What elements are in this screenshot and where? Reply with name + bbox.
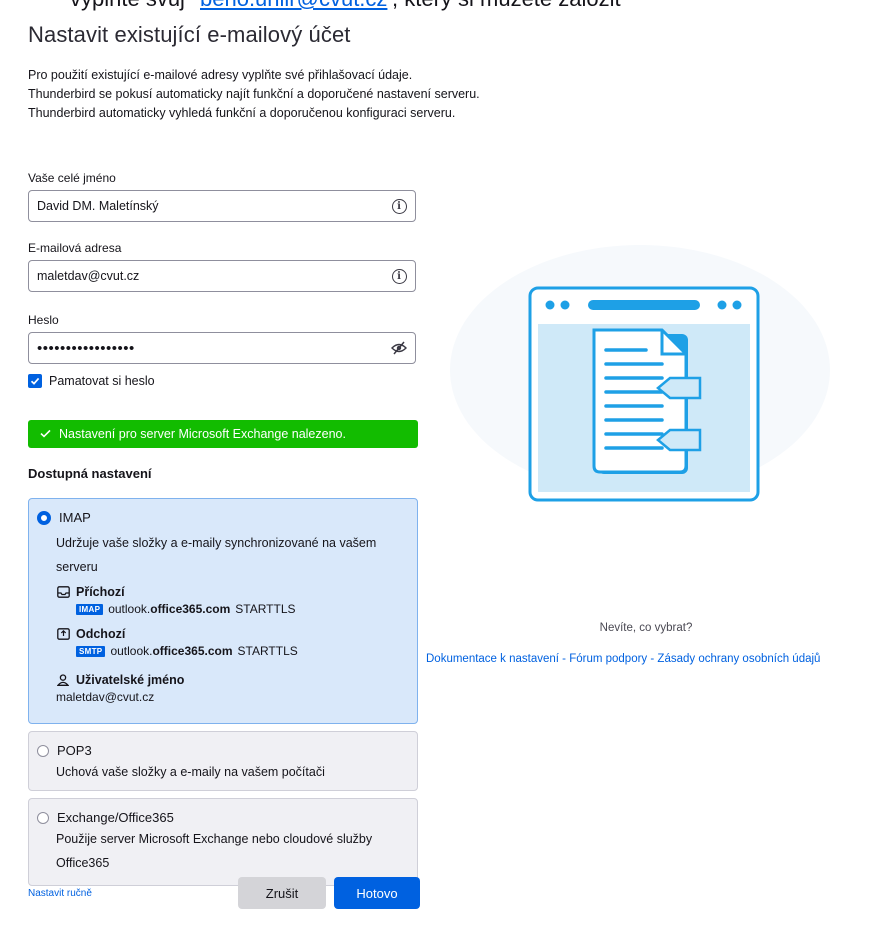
outgoing-host-domain: office365.com (152, 644, 233, 658)
help-question: Nevíte, co vybrat? (599, 622, 693, 634)
success-message: Nastavení pro server Microsoft Exchange … (59, 427, 346, 441)
success-notification: Nastavení pro server Microsoft Exchange … (28, 420, 418, 448)
name-label: Vaše celé jméno (28, 171, 116, 185)
password-label: Heslo (28, 313, 59, 327)
exchange-description: Použije server Microsoft Exchange nebo c… (56, 832, 373, 870)
window-dot (717, 300, 727, 310)
incoming-label: Příchozí (76, 585, 125, 599)
username-info: Uživatelské jméno maletdav@cvut.cz (56, 673, 184, 704)
pop3-title: POP3 (57, 743, 92, 758)
remember-label: Pamatovat si heslo (49, 374, 155, 388)
option-imap[interactable]: IMAP Udržuje vaše složky a e-maily synch… (28, 498, 418, 724)
window-dot (560, 300, 570, 310)
name-value[interactable]: David DM. Maletínský (29, 199, 383, 213)
top-clipped-email-link[interactable]: beno.uhlir@cvut.cz (200, 0, 387, 10)
illustration (450, 245, 830, 502)
help-links: Dokumentace k nastavení - Fórum podpory … (426, 653, 820, 665)
password-value[interactable]: ••••••••••••••••• (29, 340, 383, 357)
outgoing-label: Odchozí (76, 627, 126, 641)
pop3-radio[interactable] (37, 744, 49, 757)
imap-radio[interactable] (37, 510, 51, 525)
pop3-description: Uchová vaše složky a e-maily na vašem po… (56, 765, 325, 779)
imap-description: Udržuje vaše složky a e-maily synchroniz… (56, 536, 377, 574)
email-value[interactable]: maletdav@cvut.cz (29, 269, 383, 283)
check-icon (40, 427, 51, 441)
top-clipped-suffix: , ktery si muzete zalozit (392, 0, 621, 10)
incoming-server: Příchozí IMAP outlook.office365.com STAR… (56, 585, 296, 616)
top-clipped-text: vyplnte svuj beno.uhlir@cvut.cz , ktery … (0, 0, 869, 10)
email-label: E-mailová adresa (28, 241, 122, 255)
cancel-button[interactable]: Zrušit (238, 877, 326, 909)
exchange-title: Exchange/Office365 (57, 810, 174, 825)
inbox-icon (56, 586, 70, 598)
outgoing-host-prefix: outlook. (110, 644, 153, 658)
email-field[interactable]: maletdav@cvut.cz i (28, 260, 416, 292)
imap-title: IMAP (59, 510, 91, 525)
name-field[interactable]: David DM. Maletínský i (28, 190, 416, 222)
incoming-host-domain: office365.com (150, 602, 231, 616)
description-line: Thunderbird automaticky vyhledá funkční … (28, 106, 456, 120)
incoming-security: STARTTLS (235, 602, 296, 616)
info-icon[interactable]: i (383, 268, 415, 284)
support-forum-link[interactable]: Fórum podpory (569, 653, 647, 665)
link-separator: - (647, 653, 658, 665)
privacy-policy-link[interactable]: Zásady ochrany osobních údajů (657, 653, 820, 665)
outbox-icon (56, 628, 70, 640)
link-separator: - (558, 653, 570, 665)
address-bar (588, 300, 700, 310)
available-settings-title: Dostupná nastavení (28, 466, 152, 481)
remember-checkbox[interactable] (28, 374, 42, 388)
username-value: maletdav@cvut.cz (56, 690, 155, 704)
outgoing-server: Odchozí SMTP outlook.office365.com START… (56, 627, 298, 658)
smtp-protocol-badge: SMTP (76, 645, 106, 657)
done-button[interactable]: Hotovo (334, 877, 420, 909)
manual-setup-link[interactable]: Nastavit ručně (28, 888, 92, 899)
imap-protocol-badge: IMAP (76, 603, 104, 615)
description-line: Pro použití existující e-mailové adresy … (28, 68, 413, 82)
eye-slash-icon[interactable] (383, 341, 415, 355)
option-pop3[interactable]: POP3 Uchová vaše složky a e-maily na vaš… (28, 731, 418, 791)
description-line: Thunderbird se pokusí automaticky najít … (28, 87, 480, 101)
password-field[interactable]: ••••••••••••••••• (28, 332, 416, 364)
user-icon (56, 674, 70, 686)
documentation-link[interactable]: Dokumentace k nastavení (426, 653, 559, 665)
window-dot (732, 300, 742, 310)
remember-password[interactable]: Pamatovat si heslo (28, 374, 155, 388)
exchange-radio[interactable] (37, 811, 49, 824)
info-icon[interactable]: i (383, 198, 415, 214)
option-exchange[interactable]: Exchange/Office365 Použije server Micros… (28, 798, 418, 886)
window-dot (545, 300, 555, 310)
page-title: Nastavit existující e-mailový účet (28, 22, 351, 47)
top-clipped-prefix: vyplnte svuj (70, 0, 185, 10)
outgoing-security: STARTTLS (237, 644, 298, 658)
incoming-host-prefix: outlook. (108, 602, 151, 616)
username-label: Uživatelské jméno (76, 673, 185, 687)
page-description: Pro použití existující e-mailové adresy … (28, 66, 480, 123)
